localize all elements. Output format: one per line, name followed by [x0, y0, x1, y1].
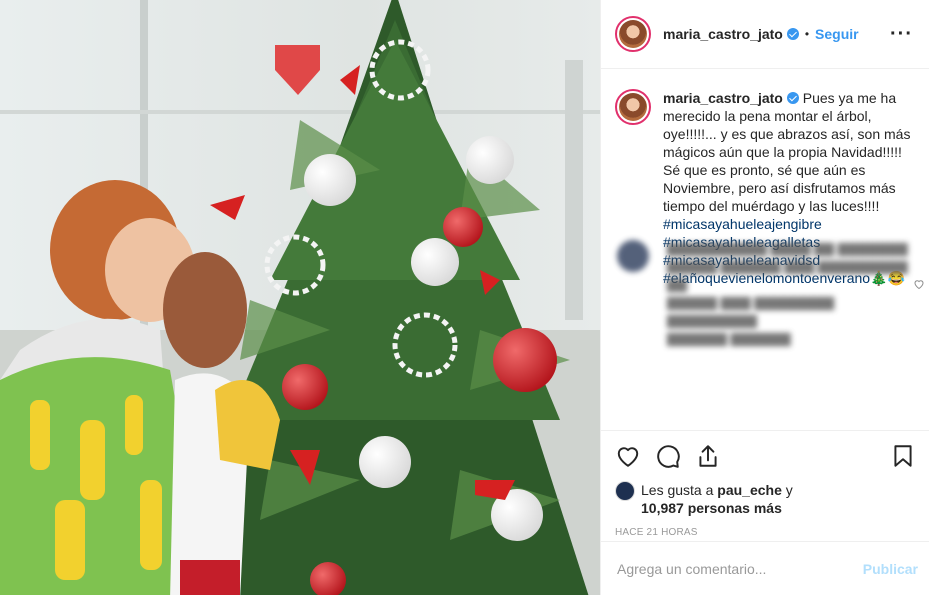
comment-input[interactable]: [617, 560, 863, 577]
liker-avatar[interactable]: [615, 481, 635, 501]
post-sidebar: maria_castro_jato • Seguir ··· maria_cas…: [600, 0, 929, 595]
like-comment-icon[interactable]: [913, 278, 925, 290]
verified-badge-icon: [786, 28, 799, 40]
heart-icon[interactable]: [615, 443, 641, 469]
comment-box: Publicar: [601, 541, 929, 595]
verified-badge-icon: [786, 92, 799, 104]
follow-button[interactable]: Seguir: [815, 26, 859, 42]
likes-count[interactable]: 10,987 personas más: [641, 500, 782, 516]
likes-summary: Les gusta a pau_eche y 10,987 personas m…: [615, 481, 916, 517]
author-avatar[interactable]: [615, 16, 651, 52]
commenter-avatar: [617, 240, 649, 272]
likes-joiner: y: [785, 482, 793, 498]
comment-icon[interactable]: [655, 443, 681, 469]
christmas-tree-photo: [0, 0, 600, 595]
share-icon[interactable]: [695, 443, 721, 469]
post-timestamp[interactable]: HACE 21 HORAS: [615, 527, 916, 538]
blurred-comment: ▇▇▇▇▇▇▇▇▇▇ ▇▇▇▇ ▇▇ ▇▇▇▇▇▇▇ ▇▇▇▇▇ ▇▇▇▇▇▇ ▇…: [615, 240, 925, 348]
bookmark-icon[interactable]: [890, 443, 916, 469]
more-options-icon[interactable]: ···: [890, 24, 913, 44]
hashtag-link[interactable]: #micasayahueleajengibre: [663, 215, 913, 233]
post-photo[interactable]: [0, 0, 600, 595]
author-username[interactable]: maria_castro_jato: [663, 26, 783, 42]
caption-username[interactable]: maria_castro_jato: [663, 90, 783, 106]
caption-author-avatar[interactable]: [615, 89, 651, 125]
post-actions: Les gusta a pau_eche y 10,987 personas m…: [601, 430, 929, 538]
post-header: maria_castro_jato • Seguir ···: [601, 0, 929, 69]
separator-dot: •: [804, 27, 810, 41]
likes-prefix: Les gusta a: [641, 482, 714, 498]
publish-button[interactable]: Publicar: [863, 561, 918, 577]
caption-body: Pues ya me ha merecido la pena montar el…: [663, 90, 911, 214]
liker-username[interactable]: pau_eche: [717, 482, 782, 498]
